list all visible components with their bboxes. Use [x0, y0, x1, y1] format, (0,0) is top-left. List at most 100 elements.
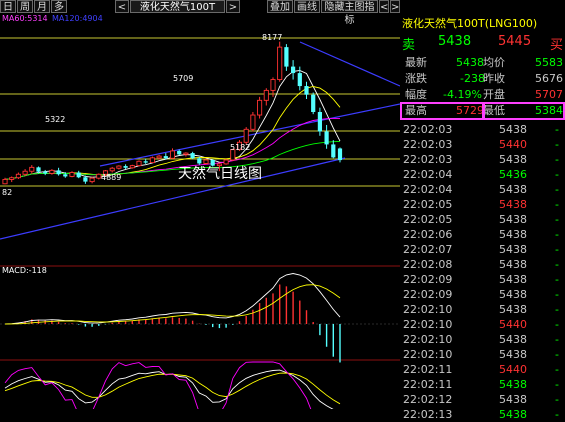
tick-price: 5438 — [499, 303, 527, 316]
tick-row: 22:02:10 5440 - — [400, 317, 565, 332]
low-5182-label: 5182 — [230, 143, 250, 152]
quote-row-latest: 最新 5438 均价 5583 — [400, 55, 565, 71]
tick-time: 22:02:13 — [403, 408, 453, 421]
high-5709-label: 5709 — [173, 74, 193, 83]
tick-volume: - — [555, 363, 559, 376]
candle-up — [29, 166, 35, 172]
tick-price: 5438 — [499, 408, 527, 421]
tick-volume: - — [555, 213, 559, 226]
tick-price: 5438 — [499, 393, 527, 406]
candle-up — [109, 167, 115, 172]
tick-row: 22:02:04 5436 - — [400, 167, 565, 182]
quote-value: 5583 — [535, 56, 563, 69]
scroll-right-button[interactable]: > — [390, 0, 400, 13]
quote-value: 5707 — [535, 88, 563, 101]
peak-price-label: 8177 — [262, 33, 282, 42]
macd-label: MACD:-118 — [2, 266, 47, 275]
overlay-button[interactable]: 叠加 — [267, 0, 293, 13]
candle-up — [156, 155, 162, 159]
tick-time: 22:02:03 — [403, 153, 453, 166]
quote-label: 开盘 — [483, 88, 505, 101]
tick-time: 22:02:11 — [403, 378, 453, 391]
tick-time: 22:02:09 — [403, 273, 453, 286]
period-day-button[interactable]: 日 — [0, 0, 16, 13]
chart-grid — [0, 37, 400, 361]
tick-volume: - — [555, 318, 559, 331]
tick-volume: - — [555, 138, 559, 151]
kdj-k-line — [4, 369, 334, 409]
tick-volume: - — [555, 378, 559, 391]
kline-chart[interactable]: MA60:5314 MA120:4904 82 8177 5709 5322 5… — [0, 14, 400, 409]
scroll-left-button[interactable]: < — [379, 0, 389, 13]
tick-volume: - — [555, 333, 559, 346]
candle-up — [9, 177, 15, 180]
kdj-j-line — [4, 361, 312, 409]
hide-indicator-button[interactable]: 隐藏主图指标 — [321, 0, 378, 26]
quote-label: 涨跌 — [405, 72, 427, 85]
tick-volume: - — [555, 348, 559, 361]
tick-price: 5438 — [499, 348, 527, 361]
tick-row: 22:02:03 5438 - — [400, 122, 565, 137]
tick-price: 5438 — [499, 153, 527, 166]
tick-row: 22:02:09 5438 - — [400, 272, 565, 287]
candle-down — [163, 156, 168, 159]
tick-row: 22:02:03 5438 - — [400, 152, 565, 167]
candle-up — [116, 165, 122, 169]
ma60-legend: MA60:5314 — [2, 14, 48, 23]
candle-up — [136, 160, 142, 167]
tick-row: 22:02:10 5438 - — [400, 332, 565, 347]
candle-down — [76, 172, 81, 178]
top-toolbar: 日 周 月 多 < 液化天然气100T > 叠加 画线 隐藏主图指标 < > — [0, 0, 565, 26]
high-5322-label: 5322 — [45, 115, 65, 124]
tick-time: 22:02:04 — [403, 183, 453, 196]
tick-time: 22:02:10 — [403, 333, 453, 346]
tick-volume: - — [555, 288, 559, 301]
period-multi-button[interactable]: 多 — [51, 0, 67, 13]
quote-label: 均价 — [483, 56, 505, 69]
tick-row: 22:02:10 5438 - — [400, 347, 565, 362]
buy-label: 买 — [550, 38, 564, 53]
next-instrument-button[interactable]: > — [226, 0, 240, 13]
tick-row: 22:02:12 5438 - — [400, 392, 565, 407]
candle-up — [203, 159, 209, 164]
tick-price: 5438 — [499, 273, 527, 286]
candle-up — [243, 128, 249, 143]
macd-panel — [4, 273, 341, 363]
candle-up — [129, 165, 135, 169]
tick-price: 5438 — [499, 378, 527, 391]
prev-instrument-button[interactable]: < — [115, 0, 129, 13]
period-week-button[interactable]: 周 — [17, 0, 33, 13]
tick-row: 22:02:11 5438 - — [400, 377, 565, 392]
tick-row: 22:02:11 5440 - — [400, 362, 565, 377]
quote-value: -4.19% — [443, 88, 482, 101]
tick-row: 22:02:05 5438 - — [400, 197, 565, 212]
quote-title: 液化天然气100T(LNG100) — [402, 17, 538, 30]
tick-volume: - — [555, 228, 559, 241]
candle-up — [15, 173, 21, 179]
tick-time: 22:02:10 — [403, 318, 453, 331]
high-highlight-box — [400, 102, 484, 120]
tick-volume: - — [555, 153, 559, 166]
tick-volume: - — [555, 168, 559, 181]
sell-price: 5438 — [438, 34, 472, 49]
candle-down — [83, 177, 88, 182]
candle-down — [304, 86, 309, 95]
candle-down — [210, 160, 215, 166]
tick-time: 22:02:05 — [403, 198, 453, 211]
candle-up — [257, 99, 263, 116]
candle-down — [317, 112, 322, 132]
candle-up — [250, 114, 256, 130]
tick-price: 5440 — [499, 318, 527, 331]
tick-time: 22:02:08 — [403, 258, 453, 271]
tick-price: 5438 — [499, 123, 527, 136]
tick-volume: - — [555, 198, 559, 211]
candle-up — [169, 150, 176, 159]
candle-up — [22, 170, 28, 175]
candle-down — [311, 94, 316, 112]
period-month-button[interactable]: 月 — [34, 0, 50, 13]
tick-row: 22:02:07 5438 - — [400, 242, 565, 257]
tick-volume: - — [555, 258, 559, 271]
quote-row-change: 涨跌 -238 昨收 5676 — [400, 71, 565, 87]
tick-time: 22:02:03 — [403, 123, 453, 136]
draw-line-button[interactable]: 画线 — [294, 0, 320, 13]
